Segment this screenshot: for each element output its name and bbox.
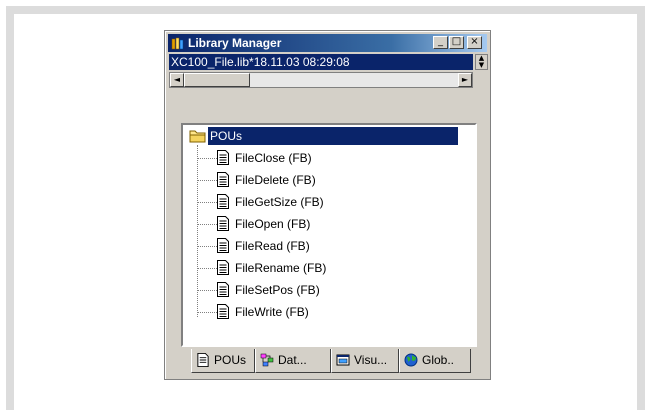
visualization-icon — [336, 354, 350, 366]
document-icon — [217, 194, 229, 209]
document-icon — [217, 172, 229, 187]
tree-branch-line — [197, 158, 217, 159]
document-icon — [217, 150, 229, 165]
tree-root-label: POUs — [208, 127, 458, 145]
tree-item-label: FileClose (FB) — [235, 151, 312, 165]
tree-branch-line — [197, 180, 217, 181]
title-bar[interactable]: Library Manager _ □ × — [168, 34, 487, 52]
document-icon — [217, 282, 229, 297]
document-icon — [197, 353, 209, 367]
document-icon — [217, 238, 229, 253]
close-button[interactable]: × — [467, 36, 482, 49]
tree-item-label: FileRead (FB) — [235, 239, 310, 253]
tree-item-label: FileSetPos (FB) — [235, 283, 320, 297]
tree-connector — [197, 145, 198, 317]
datatype-icon — [260, 353, 274, 367]
document-icon — [217, 216, 229, 231]
tab-global-variables[interactable]: Glob.. — [399, 349, 471, 373]
library-manager-window: Library Manager _ □ × XC100_File.lib*18.… — [164, 30, 491, 380]
tab-pous[interactable]: POUs — [191, 349, 255, 373]
minimize-button[interactable]: _ — [433, 36, 448, 49]
tab-visualizations[interactable]: Visu... — [331, 349, 399, 373]
tree-item-label: FileWrite (FB) — [235, 305, 309, 319]
tab-label: POUs — [214, 353, 247, 367]
tree-branch-line — [197, 268, 217, 269]
scroll-right-icon[interactable]: ► — [458, 73, 472, 87]
tab-label: Visu... — [354, 353, 388, 367]
document-icon — [217, 260, 229, 275]
globe-icon — [404, 353, 418, 367]
library-path-item[interactable]: XC100_File.lib*18.11.03 08:29:08 — [169, 54, 473, 70]
spin-down-icon[interactable]: ▼ — [476, 62, 487, 69]
tree-branch-line — [197, 290, 217, 291]
tree-branch-line — [197, 246, 217, 247]
scroll-thumb[interactable] — [184, 73, 250, 87]
tree-item-label: FileRename (FB) — [235, 261, 327, 275]
list-spin-buttons[interactable]: ▲ ▼ — [475, 54, 488, 70]
maximize-button[interactable]: □ — [449, 36, 464, 49]
horizontal-scrollbar[interactable]: ◄ ► — [169, 72, 473, 88]
tree-item-label: FileDelete (FB) — [235, 173, 316, 187]
tree-item-label: FileGetSize (FB) — [235, 195, 324, 209]
tab-label: Dat... — [278, 353, 307, 367]
tab-datatypes[interactable]: Dat... — [255, 349, 331, 373]
tree-branch-line — [197, 224, 217, 225]
tree-branch-line — [197, 202, 217, 203]
document-icon — [217, 304, 229, 319]
window-title: Library Manager — [188, 36, 282, 50]
library-manager-icon — [171, 37, 184, 50]
folder-open-icon — [189, 130, 206, 143]
tree-item-label: FileOpen (FB) — [235, 217, 311, 231]
pou-tree-view: POUs FileClose (FB) FileDelete (FB) File… — [181, 123, 477, 347]
scroll-left-icon[interactable]: ◄ — [170, 73, 184, 87]
tab-label: Glob.. — [422, 353, 455, 367]
tree-branch-line — [197, 312, 217, 313]
